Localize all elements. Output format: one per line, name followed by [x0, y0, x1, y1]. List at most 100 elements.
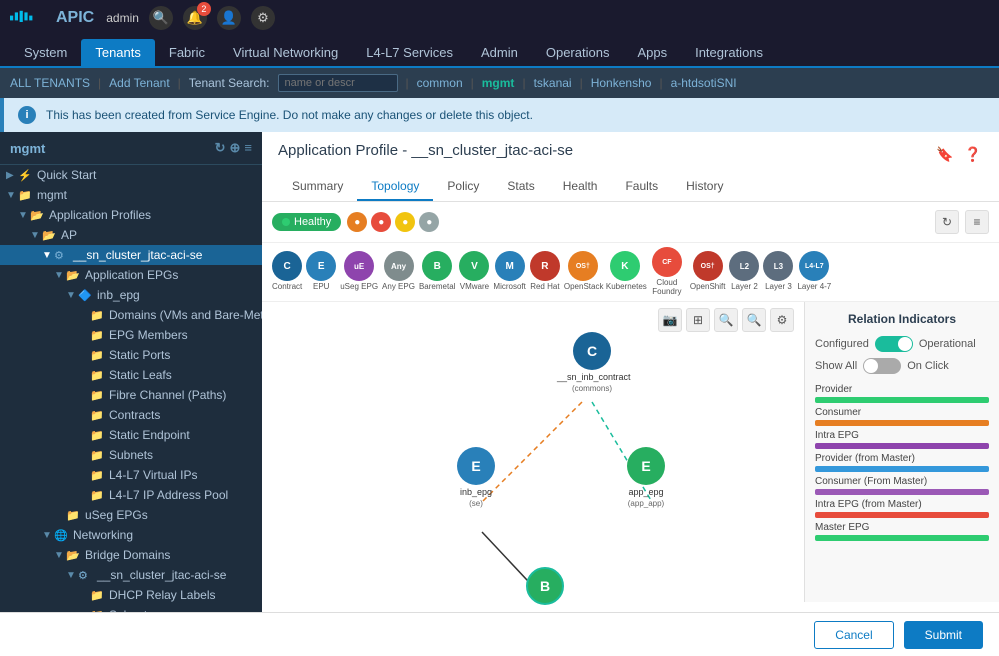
nav-l4l7-services[interactable]: L4-L7 Services [352, 39, 467, 66]
epg-icon-microsoft[interactable]: M Microsoft [493, 251, 525, 292]
sidebar-item-epg-members[interactable]: ▶ 📁 EPG Members [0, 325, 262, 345]
folder-icon: 📂 [66, 269, 82, 282]
filter-icons: ● ● ● ● [347, 212, 439, 232]
epg-icon-baremetal[interactable]: B Baremetal [419, 251, 455, 292]
tenant-mgmt[interactable]: mgmt [482, 76, 515, 90]
topo-node-contract[interactable]: C __sn_inb_contract (commons) [557, 332, 627, 393]
filter-red[interactable]: ● [371, 212, 391, 232]
sidebar-item-bridge-domains[interactable]: ▼ 📂 Bridge Domains [0, 545, 262, 565]
user-icon-btn[interactable]: 👤 [217, 6, 241, 30]
filter-yellow[interactable]: ● [395, 212, 415, 232]
cancel-button[interactable]: Cancel [814, 621, 893, 649]
sidebar-item-static-leafs[interactable]: ▶ 📁 Static Leafs [0, 365, 262, 385]
tenant-tskanai[interactable]: tskanai [534, 76, 572, 90]
topo-node-baremetal[interactable]: B [526, 567, 564, 605]
epg-icon-vmware[interactable]: V VMware [459, 251, 489, 292]
add-tenant-btn[interactable]: Add Tenant [109, 76, 170, 90]
sidebar-item-label: Networking [73, 528, 133, 542]
sidebar-item-useg-epgs[interactable]: ▶ 📁 uSeg EPGs [0, 505, 262, 525]
sidebar-item-l4l7-vips[interactable]: ▶ 📁 L4-L7 Virtual IPs [0, 465, 262, 485]
tab-history[interactable]: History [672, 173, 737, 201]
settings-topo-btn[interactable]: ⚙ [770, 308, 794, 332]
tab-policy[interactable]: Policy [433, 173, 493, 201]
nav-integrations[interactable]: Integrations [681, 39, 777, 66]
sidebar-item-inb-epg[interactable]: ▼ 🔷 inb_epg [0, 285, 262, 305]
sidebar-icon-1[interactable]: ↻ [215, 140, 226, 156]
sidebar-item-l4l7-ip-pool[interactable]: ▶ 📁 L4-L7 IP Address Pool [0, 485, 262, 505]
tree-arrow: ▼ [6, 190, 18, 201]
sidebar-item-static-ports[interactable]: ▶ 📁 Static Ports [0, 345, 262, 365]
folder-icon: 📁 [90, 449, 106, 462]
show-all-toggle-row: Show All On Click [815, 358, 989, 374]
tab-stats[interactable]: Stats [493, 173, 548, 201]
sidebar-icon-2[interactable]: ⊕ [230, 140, 241, 156]
grid-icon-btn[interactable]: ⊞ [686, 308, 710, 332]
show-all-toggle[interactable] [863, 358, 901, 374]
tenant-search-input[interactable] [278, 74, 398, 92]
nav-fabric[interactable]: Fabric [155, 39, 219, 66]
sidebar-item-quickstart[interactable]: ▶ ⚡ Quick Start [0, 165, 262, 185]
sidebar-item-mgmt[interactable]: ▼ 📁 mgmt [0, 185, 262, 205]
epg-icon-openstack[interactable]: OS† OpenStack [564, 251, 602, 292]
epg-icon-layer3[interactable]: L3 Layer 3 [763, 251, 793, 292]
menu-btn[interactable]: ≡ [965, 210, 989, 234]
sidebar-item-dhcp[interactable]: ▶ 📁 DHCP Relay Labels [0, 585, 262, 605]
sidebar-item-app-profiles[interactable]: ▼ 📂 Application Profiles [0, 205, 262, 225]
epg-icon-layer2[interactable]: L2 Layer 2 [729, 251, 759, 292]
refresh-btn[interactable]: ↻ [935, 210, 959, 234]
configured-label: Configured [815, 338, 869, 350]
contract-label: __sn_inb_contract [557, 372, 627, 382]
epg-icon-useg[interactable]: uE uSeg EPG [340, 251, 378, 292]
sidebar-item-subnets[interactable]: ▶ 📁 Subnets [0, 445, 262, 465]
submit-button[interactable]: Submit [904, 621, 983, 649]
tab-topology[interactable]: Topology [357, 173, 433, 201]
filter-gray[interactable]: ● [419, 212, 439, 232]
sidebar-item-static-endpoint[interactable]: ▶ 📁 Static Endpoint [0, 425, 262, 445]
help-icon-btn[interactable]: ❓ [963, 145, 983, 165]
sidebar-item-sn-cluster-bd[interactable]: ▼ ⚙ __sn_cluster_jtac-aci-se [0, 565, 262, 585]
zoom-out-btn[interactable]: 🔍 [742, 308, 766, 332]
sidebar-title: mgmt [10, 141, 45, 156]
health-button[interactable]: Healthy [272, 213, 341, 231]
nav-operations[interactable]: Operations [532, 39, 624, 66]
sidebar-icon-3[interactable]: ≡ [244, 140, 252, 156]
topo-node-app-epg[interactable]: E app_epg (app_app) [627, 447, 665, 508]
tenant-common[interactable]: common [417, 76, 463, 90]
bookmark-icon-btn[interactable]: 🔖 [935, 145, 955, 165]
sidebar-item-subnets2[interactable]: ▶ 📁 Subnets [0, 605, 262, 612]
sidebar-item-fibre[interactable]: ▶ 📁 Fibre Channel (Paths) [0, 385, 262, 405]
tab-health[interactable]: Health [549, 173, 612, 201]
tenant-honkensho[interactable]: Honkensho [591, 76, 652, 90]
epg-icon-openshift[interactable]: OS† OpenShift [690, 251, 726, 292]
sidebar-item-networking[interactable]: ▼ 🌐 Networking [0, 525, 262, 545]
zoom-in-btn[interactable]: 🔍 [714, 308, 738, 332]
epg-icon-kubernetes[interactable]: K Kubernetes [606, 251, 644, 292]
epg-icon-redhat[interactable]: R Red Hat [530, 251, 560, 292]
configured-toggle[interactable] [875, 336, 913, 352]
all-tenants-btn[interactable]: ALL TENANTS [10, 76, 90, 90]
nav-virtual-networking[interactable]: Virtual Networking [219, 39, 352, 66]
sidebar-item-domains[interactable]: ▶ 📁 Domains (VMs and Bare-Metals) [0, 305, 262, 325]
notification-icon-btn[interactable]: 🔔 2 [183, 6, 207, 30]
sidebar-item-contracts[interactable]: ▶ 📁 Contracts [0, 405, 262, 425]
nav-system[interactable]: System [10, 39, 81, 66]
nav-admin[interactable]: Admin [467, 39, 532, 66]
epg-icon-cloud-foundry[interactable]: CF Cloud Foundry [648, 247, 686, 297]
search-icon-btn[interactable]: 🔍 [149, 6, 173, 30]
topo-node-inb-epg[interactable]: E inb_epg (se) [457, 447, 495, 508]
sidebar-item-ap[interactable]: ▼ 📂 AP [0, 225, 262, 245]
sidebar-item-app-epgs[interactable]: ▼ 📂 Application EPGs [0, 265, 262, 285]
nav-tenants[interactable]: Tenants [81, 39, 155, 66]
epg-icon-contract[interactable]: C Contract [272, 251, 302, 292]
filter-orange[interactable]: ● [347, 212, 367, 232]
epg-icon-layer47[interactable]: L4-L7 Layer 4-7 [797, 251, 831, 292]
camera-icon-btn[interactable]: 📷 [658, 308, 682, 332]
nav-apps[interactable]: Apps [623, 39, 681, 66]
tab-faults[interactable]: Faults [611, 173, 672, 201]
sidebar-item-sn-cluster[interactable]: ▼ ⚙ __sn_cluster_jtac-aci-se [0, 245, 262, 265]
tab-summary[interactable]: Summary [278, 173, 357, 201]
settings-icon-btn[interactable]: ⚙ [251, 6, 275, 30]
epg-icon-epu[interactable]: E EPU [306, 251, 336, 292]
tenant-a-htdsoti[interactable]: a-htdsotiSNI [671, 76, 737, 90]
epg-icon-any[interactable]: Any Any EPG [382, 251, 415, 292]
